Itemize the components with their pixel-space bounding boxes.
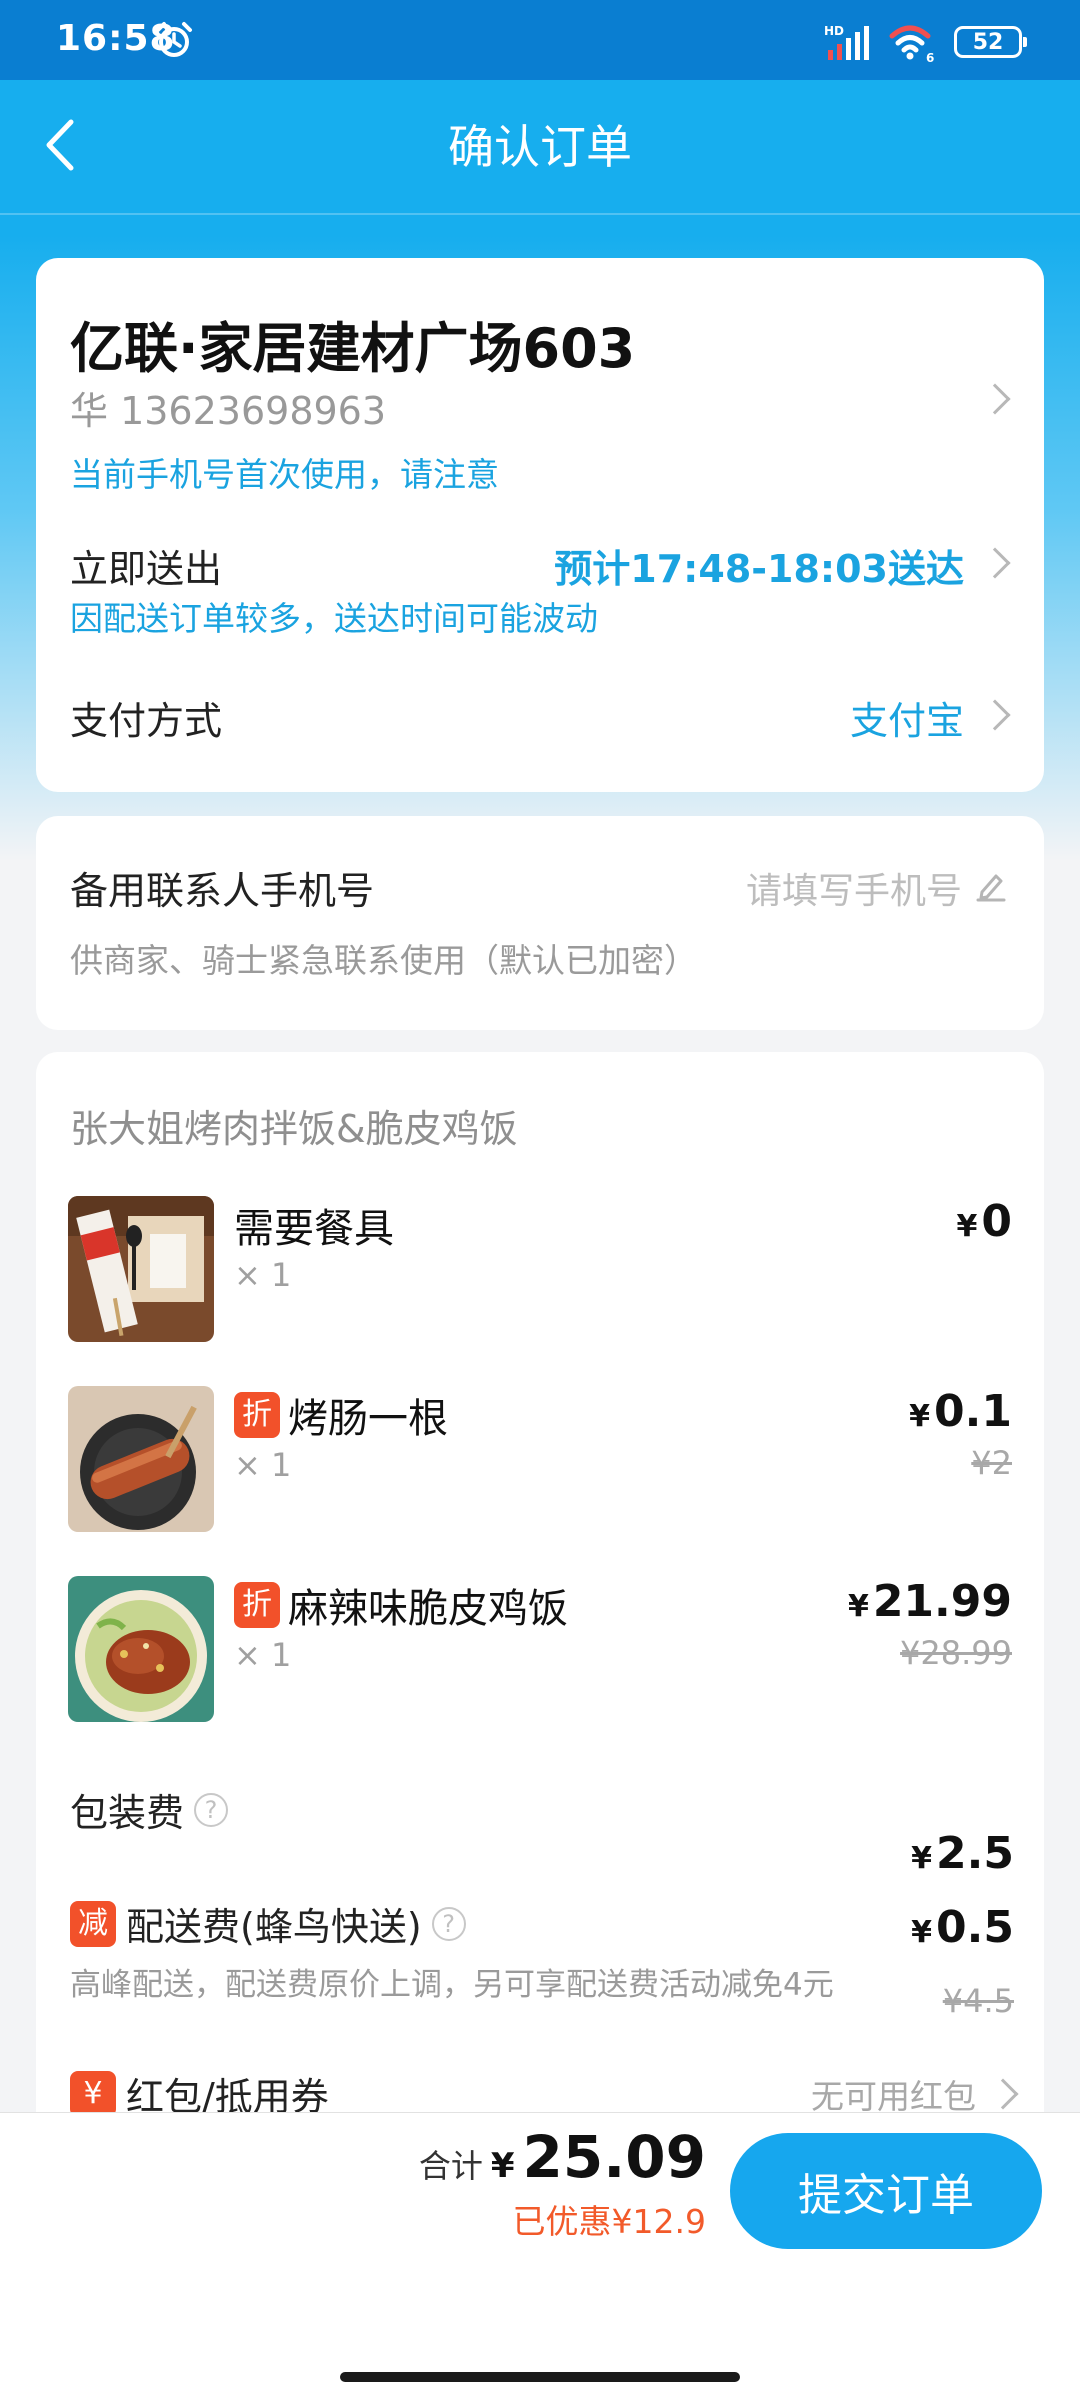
delivery-label: 立即送出 [70,547,223,591]
help-icon[interactable]: ? [431,1906,466,1941]
coupon-icon: ¥ [70,2070,116,2117]
item-price: ¥0 [956,1196,1013,1247]
help-icon[interactable]: ? [194,1792,229,1827]
payment-label: 支付方式 [70,699,223,743]
address-card: 亿联·家居建材广场603 华 13623698963 当前手机号首次使用，请注意… [36,258,1044,792]
delivery-note: 因配送订单较多，送达时间可能波动 [70,599,598,638]
total-label: 合计 [418,2147,483,2185]
item-name: 折烤肠一根 [234,1386,448,1444]
header-divider [0,213,1080,215]
item-name: 折麻辣味脆皮鸡饭 [234,1576,568,1634]
discount-tag: 折 [234,1392,280,1438]
signal-icon: HD [824,24,869,60]
backup-contact-hint: 供商家、骑士紧急联系使用（默认已加密） [70,941,697,980]
item-image-chicken-rice [68,1576,214,1722]
backup-contact-label: 备用联系人手机号 [70,869,375,913]
backup-phone-input[interactable]: 请填写手机号 [746,862,962,914]
address-title: 亿联·家居建材广场603 [70,317,636,380]
edit-icon[interactable] [974,868,1008,902]
page-title: 确认订单 [448,120,632,174]
discount-tag: 折 [234,1582,280,1628]
item-original-price: ¥2 [971,1444,1012,1482]
total-saved: 已优惠¥12.9 [512,2202,706,2241]
order-card: 张大姐烤肉拌饭&脆皮鸡饭 需要餐具 × 1 ¥0 折 烤肠一根 × 1 ¥0.1… [36,1052,1044,2192]
backup-contact-card[interactable]: 备用联系人手机号 请填写手机号 供商家、骑士紧急联系使用（默认已加密） [36,816,1044,1030]
coupon-value: 无可用红包 [811,2077,976,2116]
home-indicator[interactable] [340,2372,740,2382]
delivery-fee-note: 高峰配送，配送费原价上调，另可享配送费活动减免4元 [70,1967,834,2003]
payment-value: 支付宝 [849,699,964,743]
packaging-fee-label: 包装费 [70,1791,185,1835]
delivery-fee-row: 减 配送费(蜂鸟快送) ? 高峰配送，配送费原价上调，另可享配送费活动减免4元 … [70,1896,1014,2076]
phone-warning: 当前手机号首次使用，请注意 [70,455,499,494]
total-amount: 25.09 [522,2123,706,2191]
submit-order-button[interactable]: 提交订单 [730,2133,1042,2249]
back-button[interactable] [30,100,90,190]
total-block: 合计 ¥ 25.09 已优惠¥12.9 [419,2123,706,2243]
order-item: 需要餐具 × 1 ¥0 [68,1196,1012,1346]
order-item: 折麻辣味脆皮鸡饭 × 1 ¥21.99 ¥28.99 [68,1576,1012,1726]
status-indicators: HD 6 52 [824,20,1027,64]
item-qty: × 1 [234,1256,292,1294]
delivery-fee-original-price: ¥4.5 [942,1982,1014,2020]
item-price: ¥0.1 [909,1386,1012,1437]
chevron-right-icon [979,699,1011,731]
item-name: 需要餐具 [234,1206,394,1252]
total-currency: ¥ [490,2146,515,2186]
item-qty: × 1 [234,1446,292,1484]
reduction-tag: 减 [70,1900,116,1947]
item-price: ¥21.99 [847,1576,1012,1627]
item-original-price: ¥28.99 [900,1634,1012,1672]
chevron-right-icon [987,2078,1019,2110]
battery-indicator: 52 [954,26,1027,58]
order-item: 折烤肠一根 × 1 ¥0.1 ¥2 [68,1386,1012,1536]
wifi-icon: 6 [889,25,934,62]
svg-text:6: 6 [926,51,934,62]
svg-text:HD: HD [824,24,844,38]
chevron-right-icon [979,547,1011,579]
delivery-eta: 预计17:48-18:03送达 [554,547,964,591]
packaging-fee-row: 包装费 ? ¥2.5 [70,1782,1014,1879]
chevron-left-icon [46,119,74,171]
item-image-sausage [68,1386,214,1532]
delivery-fee-price: ¥0.5 [911,1902,1014,1953]
item-qty: × 1 [234,1636,292,1674]
address-contact: 华 13623698963 [70,389,387,433]
delivery-fee-label: 配送费(蜂鸟快送) [126,1905,422,1949]
status-bar: 16:58 HD 6 52 [0,0,1080,80]
item-image-tableware [68,1196,214,1342]
checkout-bar: 合计 ¥ 25.09 已优惠¥12.9 提交订单 [0,2112,1080,2400]
chevron-right-icon [979,383,1011,415]
packaging-fee-price: ¥2.5 [911,1828,1014,1879]
alarm-icon [156,22,192,57]
shop-name: 张大姐烤肉拌饭&脆皮鸡饭 [70,1107,518,1151]
nav-bar: 确认订单 [0,80,1080,215]
